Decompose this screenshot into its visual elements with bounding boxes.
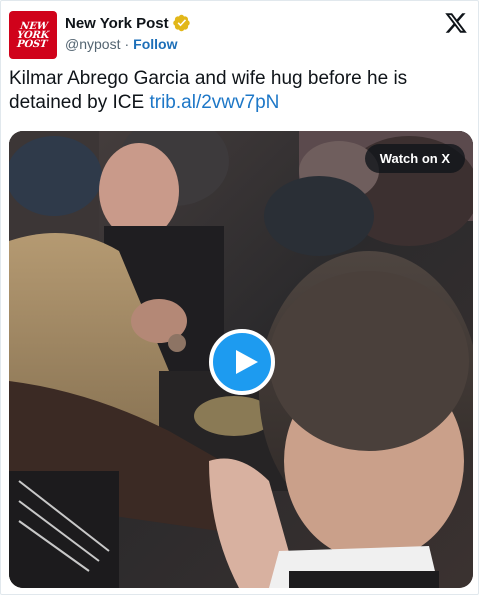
avatar-line-3: POST [16,38,48,50]
verified-badge-icon [172,14,191,32]
tweet-header: NEW YORK POST New York Post @nypost · Fo… [9,9,470,59]
tweet-text: Kilmar Abrego Garcia and wife hug before… [9,67,449,115]
author-name[interactable]: New York Post [65,15,169,32]
video-player[interactable]: Watch on X [9,131,473,588]
watch-on-x-button[interactable]: Watch on X [364,144,465,173]
avatar[interactable]: NEW YORK POST [9,11,57,59]
follow-button[interactable]: Follow [133,36,177,52]
tweet-embed-card: NEW YORK POST New York Post @nypost · Fo… [0,0,479,595]
play-icon [236,350,258,374]
handle-row: @nypost · Follow [65,36,191,52]
avatar-logo-text: NEW YORK POST [16,21,51,50]
tweet-link[interactable]: trib.al/2vwv7pN [149,92,279,113]
x-logo-icon[interactable] [444,11,468,35]
author-info: New York Post @nypost · Follow [65,13,191,52]
separator-dot: · [124,36,130,52]
author-name-row: New York Post [65,13,191,33]
play-button[interactable] [209,329,275,395]
author-handle[interactable]: @nypost [65,36,120,52]
